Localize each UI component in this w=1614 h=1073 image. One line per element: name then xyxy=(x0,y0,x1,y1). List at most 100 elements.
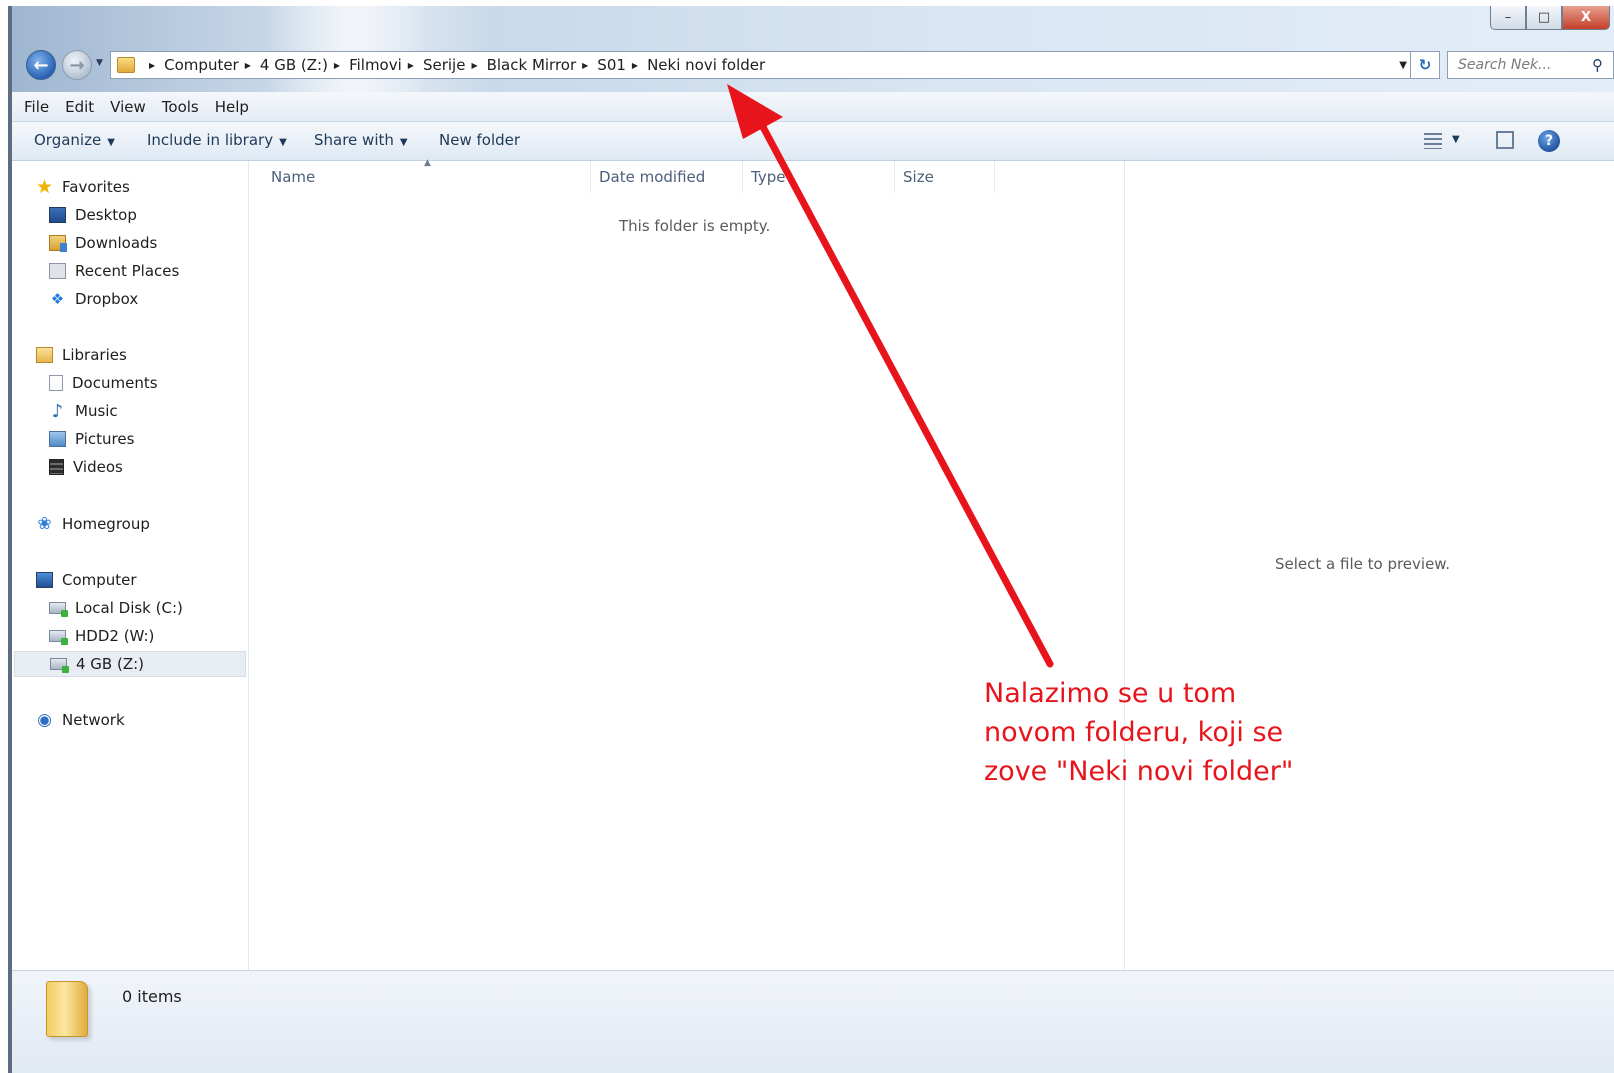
chevron-down-icon: ▼ xyxy=(399,137,408,148)
refresh-icon: ↻ xyxy=(1418,56,1432,74)
breadcrumb-separator-icon[interactable]: ▶ xyxy=(149,61,155,70)
nav-item-local-disk-c[interactable]: Local Disk (C:) xyxy=(49,595,183,621)
nav-computer[interactable]: Computer xyxy=(36,567,137,593)
search-box: ⚲ xyxy=(1447,51,1614,79)
new-folder-button[interactable]: New folder xyxy=(439,131,520,149)
include-in-library-button[interactable]: Include in library ▼ xyxy=(147,131,287,149)
folder-icon xyxy=(117,57,135,73)
folder-icon xyxy=(46,981,88,1037)
document-icon xyxy=(49,375,63,391)
view-options-icon[interactable] xyxy=(1424,133,1442,149)
breadcrumb-separator-icon[interactable]: ▶ xyxy=(334,61,340,70)
empty-folder-message: This folder is empty. xyxy=(619,217,771,235)
nav-network[interactable]: ◉ Network xyxy=(36,707,125,733)
recent-pages-dropdown[interactable]: ▼ xyxy=(96,58,103,68)
drive-icon xyxy=(49,630,68,645)
nav-item-downloads[interactable]: Downloads xyxy=(49,230,157,256)
column-header-date-modified[interactable]: Date modified xyxy=(591,161,743,193)
annotation-line-3: zove "Neki novi folder" xyxy=(984,756,1294,787)
annotation-text: Nalazimo se u tom novom folderu, koji se… xyxy=(984,674,1344,791)
details-pane: 0 items xyxy=(12,970,1614,1073)
breadcrumb-separator-icon[interactable]: ▶ xyxy=(245,61,251,70)
desktop-icon xyxy=(49,207,66,223)
annotation-line-1: Nalazimo se u tom xyxy=(984,678,1237,709)
chevron-down-icon: ▼ xyxy=(107,137,115,148)
nav-item-hdd2-w[interactable]: HDD2 (W:) xyxy=(49,623,154,649)
forward-button[interactable]: → xyxy=(62,50,92,80)
nav-item-videos[interactable]: Videos xyxy=(49,454,123,480)
close-button[interactable]: X xyxy=(1562,6,1610,30)
breadcrumb-separator-icon[interactable]: ▶ xyxy=(471,61,477,70)
network-icon: ◉ xyxy=(37,710,52,730)
computer-icon xyxy=(36,572,53,588)
title-glass xyxy=(267,6,422,92)
recent-places-icon xyxy=(49,263,66,279)
menu-bar: File Edit View Tools Help xyxy=(12,92,1614,122)
command-bar: Organize ▼ Include in library ▼ Share with… xyxy=(12,122,1614,161)
breadcrumb-current-folder[interactable]: ▶ Neki novi folder xyxy=(626,56,765,74)
libraries-icon xyxy=(36,347,53,363)
nav-item-pictures[interactable]: Pictures xyxy=(49,426,134,452)
column-header-name[interactable]: Name ▲ xyxy=(249,158,591,193)
drive-icon xyxy=(50,658,69,673)
view-options-dropdown[interactable]: ▼ xyxy=(1452,134,1460,145)
address-history-dropdown[interactable]: ▼ xyxy=(1399,60,1407,71)
preview-pane: Select a file to preview. xyxy=(1124,161,1614,971)
share-with-button[interactable]: Share with ▼ xyxy=(314,131,408,149)
homegroup-icon: ❀ xyxy=(37,514,52,534)
navigation-pane: ★ Favorites Desktop Downloads Recent Plac… xyxy=(12,161,249,971)
maximize-button[interactable]: □ xyxy=(1526,6,1562,30)
downloads-icon xyxy=(49,235,67,252)
refresh-button[interactable]: ↻ xyxy=(1410,52,1439,78)
sort-ascending-icon: ▲ xyxy=(424,158,431,168)
annotation-line-2: novom folderu, koji se xyxy=(984,717,1284,748)
menu-view[interactable]: View xyxy=(110,98,146,116)
search-icon[interactable]: ⚲ xyxy=(1592,56,1603,74)
breadcrumb-separator-icon[interactable]: ▶ xyxy=(408,61,414,70)
forward-arrow-icon: → xyxy=(69,54,85,76)
breadcrumb-computer[interactable]: ▶ Computer xyxy=(143,56,239,74)
nav-item-dropbox[interactable]: ❖ Dropbox xyxy=(49,286,138,312)
address-bar[interactable]: ▶ Computer ▶ 4 GB (Z:) ▶ Filmovi ▶ Serije ▶ B… xyxy=(110,51,1440,79)
nav-item-4gb-z[interactable]: 4 GB (Z:) xyxy=(14,651,246,677)
window-controls: – □ X xyxy=(1490,6,1610,32)
nav-item-recent-places[interactable]: Recent Places xyxy=(49,258,179,284)
back-arrow-icon: ← xyxy=(33,54,49,76)
breadcrumb-s01[interactable]: ▶ S01 xyxy=(576,56,626,74)
music-note-icon: ♪ xyxy=(51,400,64,422)
preview-message: Select a file to preview. xyxy=(1275,555,1450,573)
back-button[interactable]: ← xyxy=(26,50,56,80)
column-header-type[interactable]: Type xyxy=(743,161,895,193)
item-count: 0 items xyxy=(122,987,182,1006)
preview-pane-toggle-icon[interactable] xyxy=(1496,131,1514,149)
nav-item-desktop[interactable]: Desktop xyxy=(49,202,137,228)
explorer-window: – □ X ← → ▼ ▶ Computer ▶ 4 GB (Z:) ▶ Filmov… xyxy=(8,6,1614,1073)
breadcrumb-separator-icon[interactable]: ▶ xyxy=(632,61,638,70)
help-icon[interactable]: ? xyxy=(1538,130,1560,152)
search-input[interactable] xyxy=(1456,56,1588,74)
menu-file[interactable]: File xyxy=(24,98,49,116)
breadcrumb-filmovi[interactable]: ▶ Filmovi xyxy=(328,56,402,74)
minimize-button[interactable]: – xyxy=(1490,6,1526,30)
breadcrumb-drive[interactable]: ▶ 4 GB (Z:) xyxy=(239,56,328,74)
menu-edit[interactable]: Edit xyxy=(65,98,94,116)
organize-button[interactable]: Organize ▼ xyxy=(34,131,115,149)
film-strip-icon xyxy=(49,459,64,475)
nav-homegroup[interactable]: ❀ Homegroup xyxy=(36,511,150,537)
nav-item-music[interactable]: ♪ Music xyxy=(49,398,118,424)
chevron-down-icon: ▼ xyxy=(279,137,287,148)
pictures-icon xyxy=(49,431,66,447)
nav-item-documents[interactable]: Documents xyxy=(49,370,158,396)
menu-help[interactable]: Help xyxy=(215,98,249,116)
breadcrumb-separator-icon[interactable]: ▶ xyxy=(582,61,588,70)
breadcrumb-serije[interactable]: ▶ Serije xyxy=(402,56,466,74)
star-icon: ★ xyxy=(35,176,54,198)
file-list[interactable]: Name ▲ Date modified Type Size This folde… xyxy=(249,158,1122,971)
column-header-size[interactable]: Size xyxy=(895,161,995,193)
breadcrumb-black-mirror[interactable]: ▶ Black Mirror xyxy=(465,56,576,74)
drive-icon xyxy=(49,602,68,617)
menu-tools[interactable]: Tools xyxy=(162,98,199,116)
nav-favorites[interactable]: ★ Favorites xyxy=(36,174,130,200)
nav-libraries[interactable]: Libraries xyxy=(36,342,127,368)
dropbox-icon: ❖ xyxy=(50,290,65,308)
